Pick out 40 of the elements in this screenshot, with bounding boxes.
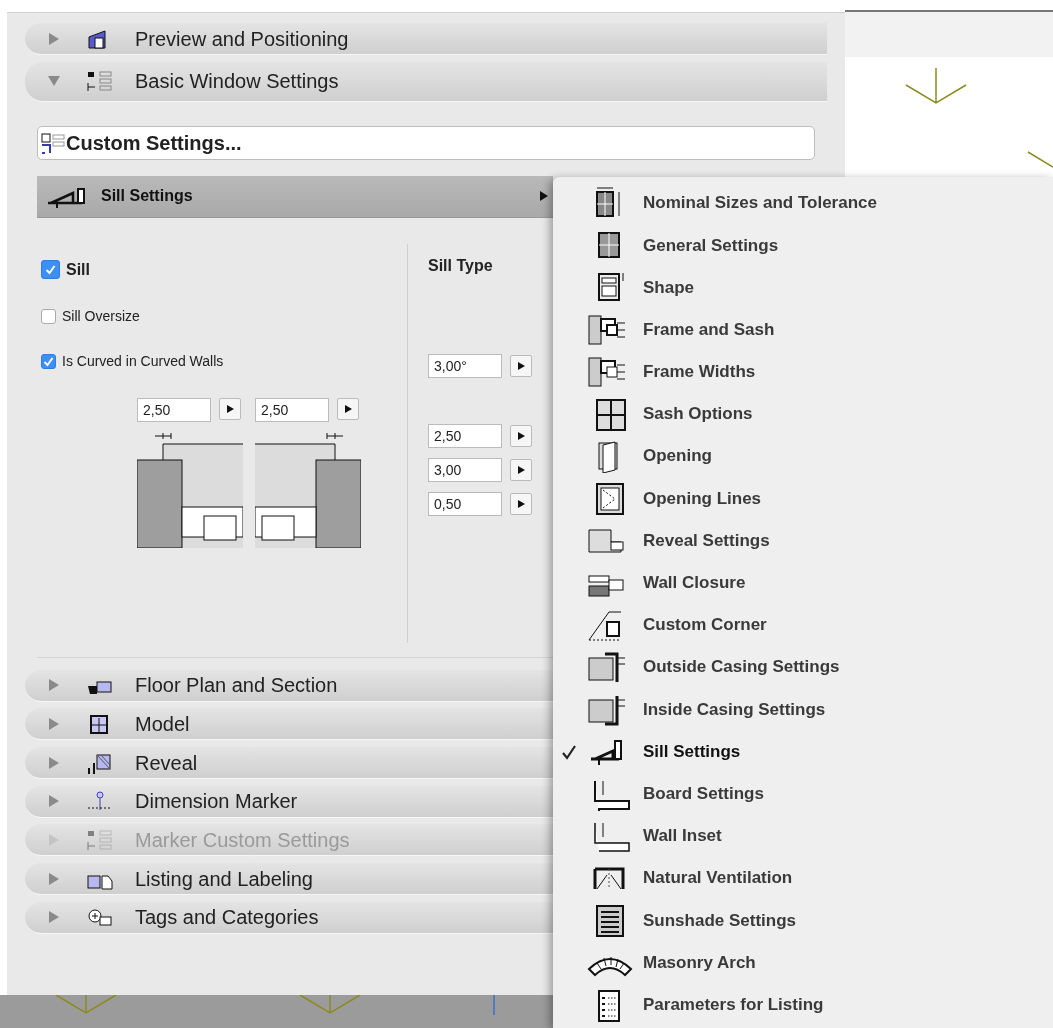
- section-header[interactable]: Listing and Labeling: [25, 863, 553, 896]
- menu-item[interactable]: Shape: [553, 266, 1053, 309]
- number-field[interactable]: 0,50: [428, 491, 502, 516]
- menu-item[interactable]: Inside Casing Settings: [553, 688, 1053, 731]
- section-label: Sill Type: [428, 255, 493, 276]
- menu-item[interactable]: Nominal Sizes and Tolerance: [553, 182, 1053, 225]
- menu-item[interactable]: Frame and Sash: [553, 308, 1053, 351]
- custom-settings-button[interactable]: Custom Settings...: [37, 125, 815, 160]
- menu-item[interactable]: Outside Casing Settings: [553, 646, 1053, 689]
- menu-item[interactable]: Sill Settings: [553, 730, 1053, 773]
- menu-item[interactable]: Parameters for Listing: [553, 983, 1053, 1026]
- number-field[interactable]: 2,50: [255, 397, 329, 422]
- menu-item[interactable]: Wall Inset: [553, 814, 1053, 857]
- section-header[interactable]: Basic Window Settings: [25, 61, 827, 102]
- section-header[interactable]: Preview and Positioning: [25, 23, 827, 55]
- menu-item[interactable]: Frame Widths: [553, 350, 1053, 393]
- menu-item[interactable]: Sash Options: [553, 392, 1053, 436]
- number-field[interactable]: 2,50: [428, 423, 502, 448]
- section-header[interactable]: Dimension Marker: [25, 785, 553, 818]
- section-header[interactable]: Model: [25, 708, 553, 741]
- checkbox-label: Sill Oversize: [62, 306, 140, 326]
- checkbox-label: Sill: [66, 259, 90, 280]
- menu-item[interactable]: Masonry Arch: [553, 941, 1053, 984]
- menu-item[interactable]: Natural Ventilation: [553, 857, 1053, 900]
- section-header[interactable]: Reveal: [25, 747, 553, 780]
- checkbox-label: Is Curved in Curved Walls: [62, 351, 224, 371]
- menu-item[interactable]: General Settings: [553, 224, 1053, 267]
- section-header[interactable]: Tags and Categories: [25, 901, 553, 934]
- number-field[interactable]: 3,00°: [428, 353, 502, 378]
- page-dropdown[interactable]: Sill Settings: [37, 175, 553, 218]
- menu-item[interactable]: Opening: [553, 435, 1053, 478]
- menu-item[interactable]: Sunshade Settings: [553, 899, 1053, 942]
- section-header[interactable]: Floor Plan and Section: [25, 669, 553, 702]
- number-field[interactable]: 3,00: [428, 457, 502, 482]
- menu-item[interactable]: Reveal Settings: [553, 519, 1053, 562]
- menu-item[interactable]: Wall Closure: [553, 561, 1053, 604]
- menu-item[interactable]: Board Settings: [553, 772, 1053, 815]
- menu-item[interactable]: Custom Corner: [553, 603, 1053, 647]
- number-field[interactable]: 2,50: [137, 397, 211, 422]
- menu-item[interactable]: Opening Lines: [553, 477, 1053, 520]
